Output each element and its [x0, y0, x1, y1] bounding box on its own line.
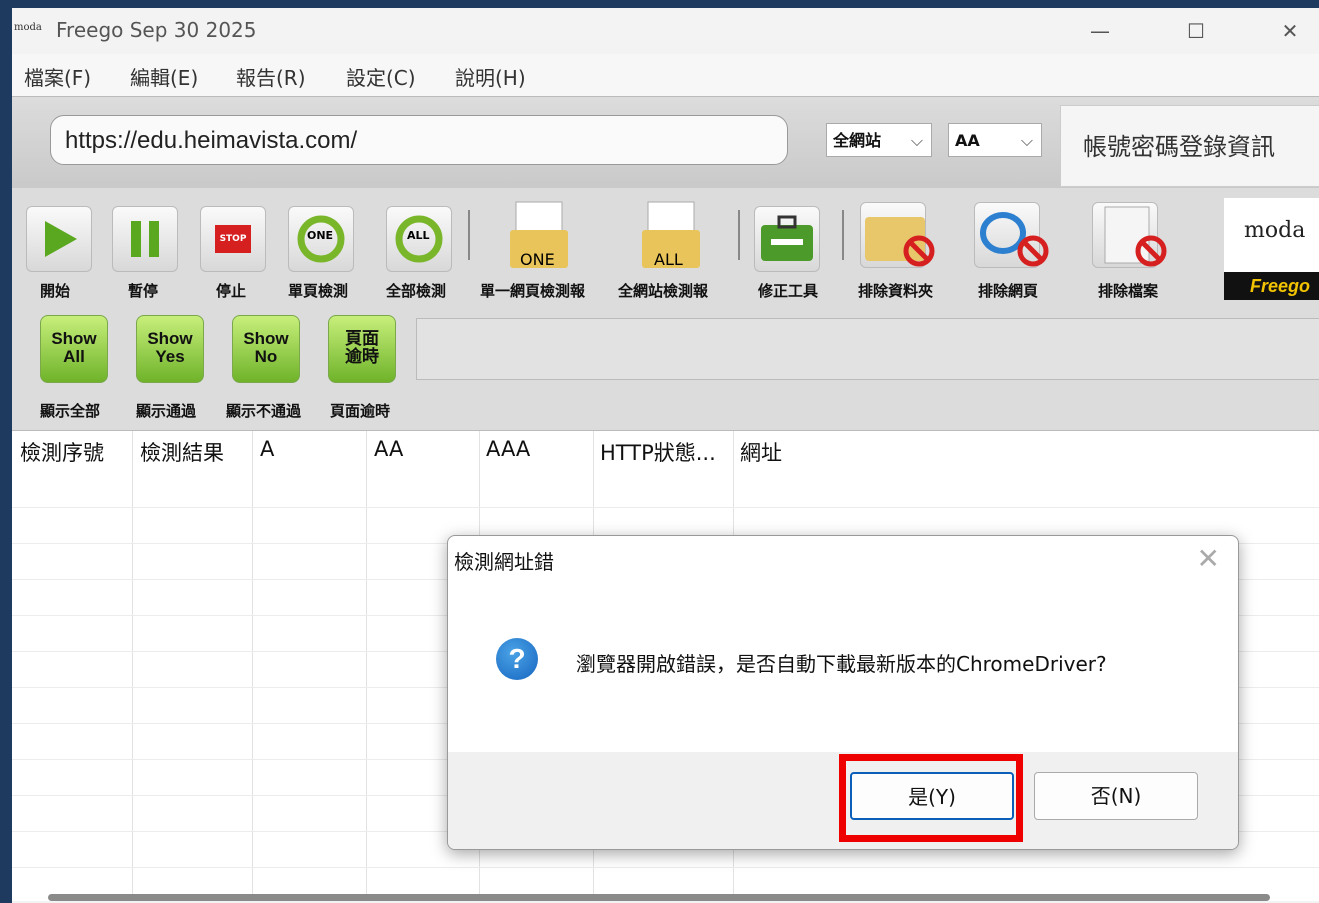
status-field: [416, 318, 1319, 380]
moda-logo-text: moda: [1244, 218, 1306, 243]
url-input[interactable]: https://edu.heimavista.com/: [50, 115, 788, 165]
menu-settings[interactable]: 設定(C): [346, 62, 416, 91]
menu-help[interactable]: 說明(H): [455, 62, 526, 91]
play-icon: [45, 221, 77, 257]
single-report-label: 單一網頁檢測報: [480, 282, 586, 300]
scope-select[interactable]: 全網站 ⌵: [826, 123, 932, 157]
row-divider: [12, 867, 1319, 868]
show-yes-button[interactable]: Show Yes: [136, 315, 204, 383]
row-divider: [12, 507, 1319, 508]
pause-button[interactable]: [112, 206, 178, 272]
no-button[interactable]: 否(N): [1034, 772, 1198, 820]
pause-label: 暫停: [128, 282, 159, 300]
all-report-button[interactable]: ALL: [638, 200, 704, 269]
title-bar: moda Freego Sep 30 2025 — ☐ ✕: [12, 8, 1319, 54]
toolbar-separator: [468, 210, 470, 260]
single-report-button[interactable]: ONE: [506, 200, 572, 269]
chevron-down-icon: ⌵: [1020, 131, 1033, 150]
start-label: 開始: [40, 282, 71, 300]
report-all-text: ALL: [654, 250, 683, 269]
col-header-aa[interactable]: AA: [374, 437, 403, 461]
horizontal-scrollbar[interactable]: [48, 894, 1270, 901]
freego-brand: Freego: [1224, 272, 1319, 300]
show-no-button[interactable]: Show No: [232, 315, 300, 383]
level-select[interactable]: AA ⌵: [948, 123, 1042, 157]
all-check-button[interactable]: ALL: [386, 206, 452, 272]
single-check-button[interactable]: ONE: [288, 206, 354, 272]
exclude-file-button[interactable]: [1092, 202, 1167, 268]
fix-tool-button[interactable]: [754, 206, 820, 272]
dialog-body: ? 瀏覽器開啟錯誤，是否自動下載最新版本的ChromeDriver?: [448, 584, 1238, 752]
exclude-folder-label: 排除資料夾: [858, 282, 934, 300]
col-header-result[interactable]: 檢測結果: [140, 437, 224, 467]
exclude-webpage-icon: [980, 212, 1049, 267]
toolbox-icon: [761, 215, 813, 261]
show-yes-label: 顯示通過: [136, 402, 197, 420]
maximize-button[interactable]: ☐: [1174, 16, 1218, 46]
all-check-label: 全部檢測: [386, 282, 447, 300]
dialog-message: 瀏覽器開啟錯誤，是否自動下載最新版本的ChromeDriver?: [576, 652, 1107, 676]
menu-bar: 檔案(F) 編輯(E) 報告(R) 設定(C) 說明(H): [12, 54, 1319, 96]
refresh-all-text: ALL: [407, 229, 430, 242]
refresh-one-text: ONE: [307, 229, 334, 242]
single-check-label: 單頁檢測: [288, 282, 349, 300]
show-all-button[interactable]: Show All: [40, 315, 108, 383]
report-one-text: ONE: [520, 250, 555, 269]
show-all-label: 顯示全部: [40, 402, 101, 420]
login-info-button[interactable]: 帳號密碼登錄資訊: [1060, 105, 1319, 187]
pause-icon: [131, 221, 159, 257]
highlight-box: [839, 754, 1023, 842]
start-button[interactable]: [26, 206, 92, 272]
exclude-folder-icon: [865, 217, 935, 267]
col-header-http-status[interactable]: HTTP狀態...: [600, 437, 716, 467]
col-header-aaa[interactable]: AAA: [486, 437, 530, 461]
window-title: Freego Sep 30 2025: [56, 18, 257, 42]
close-button[interactable]: ✕: [1268, 16, 1312, 46]
stop-label: 停止: [216, 282, 247, 300]
level-select-value: AA: [955, 131, 980, 150]
fix-tool-label: 修正工具: [758, 282, 819, 300]
question-icon: ?: [496, 638, 538, 680]
menu-report[interactable]: 報告(R): [236, 62, 306, 91]
exclude-file-icon: [1104, 206, 1167, 267]
chevron-down-icon: ⌵: [910, 131, 923, 150]
menu-file[interactable]: 檔案(F): [24, 62, 91, 91]
exclude-file-label: 排除檔案: [1098, 282, 1159, 300]
col-header-seq[interactable]: 檢測序號: [20, 437, 104, 467]
all-report-label: 全網站檢測報: [618, 282, 709, 300]
dialog-title: 檢測網址錯: [454, 550, 554, 574]
stop-icon: STOP: [215, 225, 251, 253]
toolbar-separator: [842, 210, 844, 260]
col-header-url[interactable]: 網址: [740, 437, 782, 467]
page-timeout-label: 頁面逾時: [330, 402, 391, 420]
moda-logo: moda Freego: [1224, 198, 1319, 300]
app-logo-icon: moda: [14, 22, 42, 33]
page-timeout-button[interactable]: 頁面 逾時: [328, 315, 396, 383]
show-no-label: 顯示不通過: [226, 402, 302, 420]
dialog-close-icon[interactable]: ✕: [1197, 542, 1220, 575]
address-bar-area: https://edu.heimavista.com/ 全網站 ⌵ AA ⌵ 帳…: [12, 96, 1319, 189]
exclude-webpage-button[interactable]: [974, 202, 1049, 268]
stop-button[interactable]: STOP: [200, 206, 266, 272]
toolbar-separator: [738, 210, 740, 260]
toolbar: 開始 暫停 STOP 停止 ONE 單頁檢測 ALL 全部檢測 ONE 單一網頁…: [12, 188, 1319, 430]
col-header-a[interactable]: A: [260, 437, 274, 461]
menu-edit[interactable]: 編輯(E): [130, 62, 198, 91]
exclude-folder-button[interactable]: [860, 202, 935, 268]
exclude-webpage-label: 排除網頁: [978, 282, 1039, 300]
minimize-button[interactable]: —: [1078, 16, 1122, 46]
scope-select-value: 全網站: [833, 131, 882, 150]
